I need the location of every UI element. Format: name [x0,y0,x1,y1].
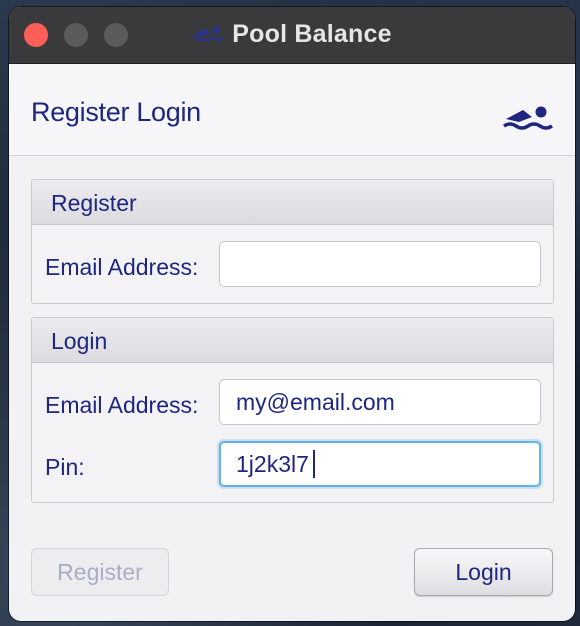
page-title: Register Login [31,97,201,127]
login-panel: Login Email Address: Pin: [31,317,554,503]
title-bar[interactable]: Pool Balance [9,7,575,64]
register-panel: Register Email Address: [31,179,554,304]
register-email-label: Email Address: [45,254,199,280]
login-button[interactable]: Login [414,548,553,596]
register-button[interactable]: Register [31,548,169,596]
text-caret [313,450,315,478]
window-title-group: Pool Balance [9,19,575,49]
login-panel-title: Login [51,328,108,354]
login-panel-header: Login [32,318,553,363]
pin-input[interactable] [219,441,541,487]
login-email-label: Email Address: [45,392,199,418]
pin-label: Pin: [45,454,85,480]
register-panel-title: Register [51,190,137,216]
swimmer-icon [192,25,224,43]
swimmer-icon [503,104,553,137]
register-panel-header: Register [32,180,553,225]
register-email-input[interactable] [219,241,541,287]
window-title: Pool Balance [232,19,392,48]
login-email-input[interactable] [219,379,541,425]
dialog-header: Register Login [9,64,575,156]
app-window: Pool Balance Register Login Register Ema… [9,7,575,621]
